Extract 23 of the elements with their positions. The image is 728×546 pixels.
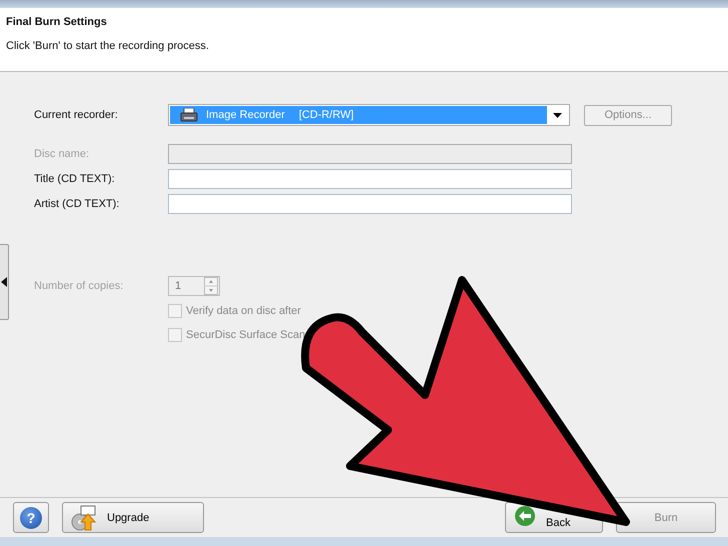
- caret-icon: [553, 112, 562, 118]
- burn-button[interactable]: Burn: [616, 502, 716, 533]
- recorder-dropdown[interactable]: Image Recorder [CD-R/RW]: [168, 104, 570, 126]
- input-field[interactable]: [168, 194, 572, 214]
- spin-arrows-icon[interactable]: [204, 277, 218, 295]
- media-type: [CD-R/RW]: [298, 109, 354, 121]
- input-field[interactable]: [168, 169, 572, 189]
- checkbox[interactable]: Verify data on disc after: [168, 304, 728, 318]
- page-title: Final Burn Settings: [6, 16, 108, 28]
- upgrade-button[interactable]: Upgrade: [62, 502, 204, 533]
- help-button[interactable]: ?: [13, 502, 49, 533]
- upgrade-icon: [71, 504, 97, 530]
- field-label: Disc name:: [34, 148, 90, 160]
- field-label: Number of copies:: [34, 280, 124, 292]
- left-arrow-icon: [0, 277, 6, 287]
- field-label: Artist (CD TEXT):: [34, 198, 120, 210]
- printer-icon: [180, 108, 198, 122]
- field-label: Title (CD TEXT):: [34, 173, 116, 185]
- field-label: Current recorder:: [34, 109, 119, 121]
- device-name: Image Recorder: [206, 109, 285, 121]
- instruction-text: Click 'Burn' to start the recording process.: [6, 40, 210, 52]
- collapse-tab[interactable]: [0, 244, 9, 320]
- checkbox[interactable]: SecurDisc Surface Scan: [168, 328, 728, 342]
